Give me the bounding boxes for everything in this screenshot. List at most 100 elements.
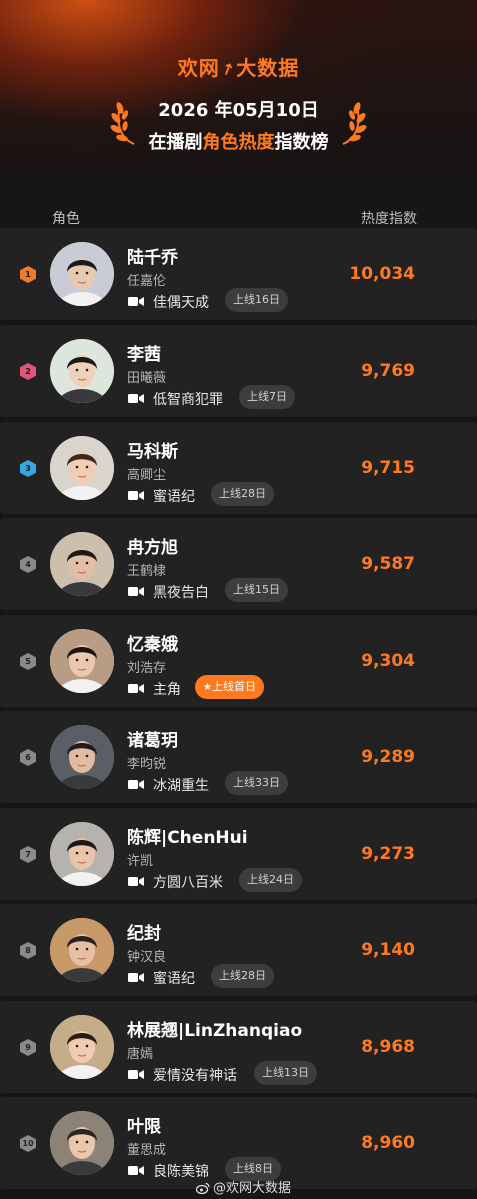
- role-name: 冉方旭: [127, 538, 178, 558]
- airing-days-label: 上线15日: [233, 583, 280, 596]
- rank-badge: 10: [20, 1135, 36, 1152]
- ranking-row[interactable]: 5 忆秦娥 刘浩存 主角 ★上线首日 9,304: [0, 615, 477, 707]
- actor-name: 唐嫣: [127, 1047, 154, 1062]
- column-header-role: 角色: [52, 211, 80, 227]
- drama-title: 冰湖重生: [153, 778, 209, 794]
- ranking-row[interactable]: 4 冉方旭 王鹤棣 黑夜告白 上线15日 9,587: [0, 518, 477, 610]
- ranking-row[interactable]: 8 纪封 钟汉良 蜜语纪 上线28日 9,140: [0, 904, 477, 996]
- video-camera-icon: [128, 877, 144, 886]
- heat-score: 9,304: [361, 651, 415, 671]
- airing-days-label: 上线33日: [233, 776, 280, 789]
- avatar: [50, 629, 114, 693]
- drama-title: 方圆八百米: [153, 875, 223, 891]
- airing-days-label: 上线8日: [233, 1162, 273, 1175]
- video-camera-icon: [128, 684, 144, 693]
- ranking-row[interactable]: 3 马科斯高卿尘蜜语纪 上线28日 9,715: [0, 422, 477, 514]
- airing-days-label: 上线13日: [262, 1066, 309, 1079]
- role-name: 陆千乔: [127, 248, 178, 268]
- heat-score: 8,968: [361, 1037, 415, 1057]
- heat-score: 9,140: [361, 940, 415, 960]
- rank-badge: 7: [20, 846, 36, 863]
- actor-name: 董思成: [127, 1143, 167, 1158]
- video-camera-icon: [128, 491, 144, 500]
- avatar: [50, 1015, 114, 1079]
- airing-days-label: 上线28日: [219, 487, 266, 500]
- rank-badge: 6: [20, 749, 36, 766]
- actor-name: 高卿尘: [127, 468, 167, 483]
- heat-score: 8,960: [361, 1133, 415, 1153]
- video-camera-icon: [128, 973, 144, 982]
- heat-score: 9,715: [361, 458, 415, 478]
- column-header-heat: 热度指数: [361, 211, 417, 227]
- ranking-row[interactable]: 1 陆千乔任嘉伦佳偶天成 上线16日 10,034: [0, 228, 477, 320]
- drama-title: 蜜语纪: [153, 971, 195, 987]
- airing-days-badge: 上线7日: [239, 385, 295, 409]
- airing-days-badge: 上线16日: [225, 288, 288, 312]
- heat-score: 10,034: [349, 264, 415, 284]
- role-name: 马科斯: [127, 442, 178, 462]
- avatar: [50, 242, 114, 306]
- airing-days-label: 上线28日: [219, 969, 266, 982]
- airing-days-label: 上线24日: [247, 873, 294, 886]
- actor-name: 李昀锐: [127, 757, 167, 772]
- airing-days-badge: 上线24日: [239, 868, 302, 892]
- rank-badge: 2: [20, 363, 36, 380]
- actor-name: 王鹤棣: [127, 564, 167, 579]
- rank-badge: 8: [20, 942, 36, 959]
- video-camera-icon: [128, 297, 144, 306]
- airing-days-badge: 上线13日: [254, 1061, 317, 1085]
- airing-days-label: 上线7日: [247, 390, 287, 403]
- role-name: 叶限: [127, 1117, 161, 1137]
- video-camera-icon: [128, 1166, 144, 1175]
- drama-title: 蜜语纪: [153, 489, 195, 505]
- role-name: 林展翘|LinZhanqiao: [127, 1021, 303, 1041]
- actor-name: 钟汉良: [127, 950, 167, 965]
- video-camera-icon: [128, 394, 144, 403]
- airing-days-badge: ★上线首日: [195, 675, 264, 699]
- avatar: [50, 918, 114, 982]
- weibo-icon: [196, 1182, 210, 1194]
- actor-name: 田曦薇: [127, 371, 167, 386]
- rank-badge: 3: [20, 460, 36, 477]
- avatar: [50, 725, 114, 789]
- airing-days-badge: 上线28日: [211, 482, 274, 506]
- heat-score: 9,587: [361, 554, 415, 574]
- airing-days-label: 上线16日: [233, 293, 280, 306]
- ranking-row[interactable]: 10 叶限 董思成 良陈美锦 上线8日 8,960: [0, 1097, 477, 1189]
- ranking-row[interactable]: 7 陈辉|ChenHui 许凯方圆八百米 上线24日 9,273: [0, 808, 477, 900]
- role-name: 忆秦娥: [127, 635, 178, 655]
- watermark: @欢网大数据: [196, 1177, 291, 1196]
- avatar: [50, 339, 114, 403]
- avatar: [50, 822, 114, 886]
- actor-name: 任嘉伦: [127, 274, 167, 289]
- rank-badge: 4: [20, 556, 36, 573]
- airing-days-label: 上线首日: [211, 680, 256, 693]
- video-camera-icon: [128, 1070, 144, 1079]
- drama-title: 爱情没有神话: [153, 1068, 237, 1084]
- rank-badge: 5: [20, 653, 36, 670]
- actor-name: 许凯: [127, 854, 154, 869]
- heat-score: 9,289: [361, 747, 415, 767]
- role-name: 诸葛玥: [127, 731, 178, 751]
- ranking-row[interactable]: 9 林展翘|LinZhanqiao 唐嫣爱情没有神话 上线13日 8,968: [0, 1001, 477, 1093]
- page-title: 在播剧角色热度指数榜: [148, 132, 329, 153]
- brand-logo: 欢网↗大数据: [177, 56, 300, 82]
- ranking-row[interactable]: 2 李茜 田曦薇 低智商犯罪 上线7日 9,769: [0, 325, 477, 417]
- rank-badge: 1: [20, 266, 36, 283]
- role-name: 陈辉|ChenHui: [127, 828, 248, 848]
- ranking-row[interactable]: 6 诸葛玥李昀锐冰湖重生 上线33日 9,289: [0, 711, 477, 803]
- heat-score: 9,769: [361, 361, 415, 381]
- rank-badge: 9: [20, 1039, 36, 1056]
- avatar: [50, 532, 114, 596]
- avatar: [50, 436, 114, 500]
- page-date: 2026 年05月10日: [158, 100, 319, 121]
- heat-score: 9,273: [361, 844, 415, 864]
- airing-days-badge: 上线33日: [225, 771, 288, 795]
- video-camera-icon: [128, 587, 144, 596]
- avatar: [50, 1111, 114, 1175]
- drama-title: 主角: [153, 682, 181, 698]
- airing-days-badge: 上线28日: [211, 964, 274, 988]
- star-icon: ★: [203, 682, 212, 693]
- drama-title: 佳偶天成: [153, 295, 209, 311]
- video-camera-icon: [128, 780, 144, 789]
